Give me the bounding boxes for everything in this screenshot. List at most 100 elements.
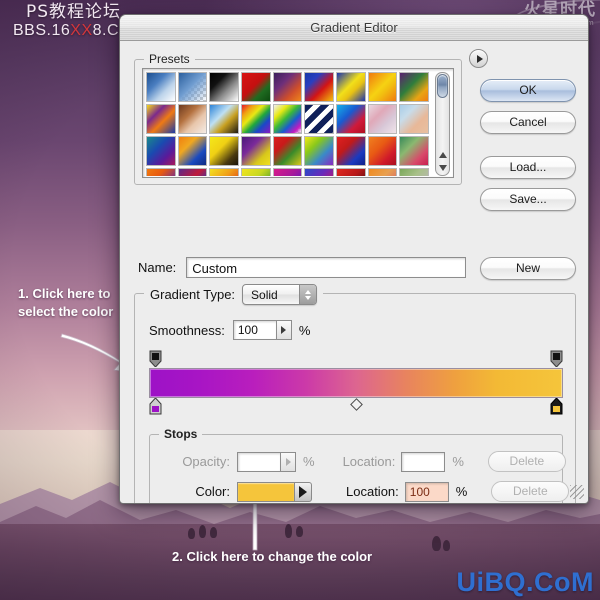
new-button[interactable]: New	[480, 257, 576, 280]
preset-swatch-orange-violet[interactable]	[146, 168, 176, 176]
gradient-editor-dialog: Gradient Editor Presets OK Cancel Load..…	[119, 14, 589, 504]
preset-swatch-red-dark-red[interactable]	[336, 168, 366, 176]
preset-swatch-fill	[305, 105, 334, 133]
stops-group: Stops Opacity: % Location: % Delete Colo…	[149, 427, 570, 503]
color-stop-right-selected[interactable]	[550, 398, 563, 415]
ok-button[interactable]: OK	[480, 79, 576, 102]
preset-swatch-orange-pink[interactable]	[367, 168, 398, 176]
preset-swatch-fill	[178, 73, 207, 101]
opacity-label: Opacity:	[182, 454, 230, 469]
preset-swatch-grid[interactable]	[146, 72, 430, 176]
gradient-type-select[interactable]: Solid	[242, 284, 318, 305]
preset-swatch-violet-red-blue[interactable]	[177, 168, 208, 176]
smoothness-input[interactable]: 100	[232, 320, 277, 340]
dialog-title: Gradient Editor	[310, 20, 398, 35]
preset-swatch-blue-red-yellow[interactable]	[304, 72, 335, 102]
color-location-input[interactable]: 100	[404, 481, 449, 502]
load-button[interactable]: Load...	[480, 156, 576, 179]
preset-swatch-cyan-red[interactable]	[336, 104, 366, 134]
presets-group: Presets	[134, 49, 488, 185]
gradient-type-group: Gradient Type: Solid Smoothness: 100 % S…	[134, 284, 576, 503]
preset-swatch-chrome-rainbow[interactable]	[241, 104, 271, 134]
preset-swatch-blue-yellow-dark[interactable]	[209, 104, 240, 134]
preset-swatch-copper[interactable]	[177, 104, 208, 134]
opacity-unit: %	[303, 454, 315, 469]
smoothness-label: Smoothness:	[149, 322, 225, 338]
presets-label: Presets	[144, 52, 195, 66]
color-stop-left[interactable]	[149, 398, 162, 415]
smoothness-row: Smoothness: 100 %	[149, 320, 310, 340]
opacity-stop-row: Opacity: % Location: % Delete	[164, 451, 566, 472]
gradient-midpoint-marker[interactable]	[350, 398, 363, 411]
color-delete-button[interactable]: Delete	[491, 481, 570, 502]
preset-swatch-blue-violet-red[interactable]	[304, 168, 335, 176]
color-stop-row: Color: Location: 100 % Delete	[164, 481, 570, 502]
save-button[interactable]: Save...	[480, 188, 576, 211]
color-location-unit: %	[455, 484, 468, 499]
preset-swatch-violet-orange[interactable]	[272, 72, 303, 102]
gradient-type-value: Solid	[251, 287, 278, 302]
color-popup-icon[interactable]	[294, 481, 312, 502]
watermark-bottom-right: UiBQ.CoM	[456, 567, 594, 597]
color-swatch-button[interactable]	[237, 481, 295, 502]
preset-swatch-green-pink[interactable]	[399, 136, 430, 166]
color-location-label: Location:	[346, 484, 399, 499]
opacity-stop-left[interactable]	[149, 350, 162, 367]
preset-swatch-red-blue[interactable]	[336, 136, 366, 166]
preset-swatch-yellow-black[interactable]	[209, 136, 240, 166]
opacity-popup-icon[interactable]	[280, 451, 296, 472]
preset-swatch-yellow-orange-red[interactable]	[209, 168, 240, 176]
stepper-arrows-icon	[299, 285, 317, 304]
preset-swatch-pastel-blue-orange[interactable]	[399, 104, 430, 134]
preset-swatch-red-green[interactable]	[241, 72, 271, 102]
scrollbar-thumb[interactable]	[437, 74, 449, 98]
preset-swatch-magenta-violet[interactable]	[272, 168, 303, 176]
gradient-bar[interactable]	[149, 368, 563, 398]
name-row: Name: Custom	[138, 257, 467, 278]
stops-label: Stops	[159, 427, 203, 441]
dialog-body: Presets OK Cancel Load... Save... New Na…	[120, 41, 588, 503]
preset-swatch-yellow-violet-orange-blue[interactable]	[146, 104, 176, 134]
gradient-type-label: Gradient Type:	[150, 287, 236, 302]
preset-swatch-black-white[interactable]	[209, 72, 240, 102]
presets-well	[142, 68, 454, 178]
opacity-location-input[interactable]	[401, 451, 446, 472]
preset-swatch-yellow-green-violet[interactable]	[304, 136, 335, 166]
preset-swatch-violet-yellow[interactable]	[241, 136, 271, 166]
annotation-step-1: 1. Click here to select the color	[18, 286, 114, 319]
preset-swatch-blue-yellow-blue[interactable]	[336, 72, 366, 102]
preset-swatch-orange-yellow-orange[interactable]	[367, 72, 398, 102]
url-part1: BBS.16	[13, 22, 71, 40]
smoothness-unit: %	[298, 322, 311, 338]
name-input[interactable]: Custom	[186, 257, 467, 278]
dialog-button-column: OK Cancel Load... Save...	[480, 79, 576, 220]
preset-swatch-blue-white-stripes[interactable]	[304, 104, 335, 134]
smoothness-popup-icon[interactable]	[275, 320, 292, 340]
color-label: Color:	[195, 484, 230, 499]
preset-swatch-spectrum-transparent[interactable]	[272, 104, 303, 134]
preset-swatch-violet-green-orange[interactable]	[399, 72, 430, 102]
opacity-stop-right[interactable]	[550, 350, 563, 367]
preset-swatch-yellow-green[interactable]	[241, 168, 271, 176]
opacity-location-unit: %	[452, 454, 464, 469]
preset-swatch-red-green-yellow[interactable]	[272, 136, 303, 166]
presets-scrollbar[interactable]	[435, 72, 450, 176]
preset-swatch-orange-blue[interactable]	[177, 136, 208, 166]
annotation-step-2: 2. Click here to change the color	[172, 549, 373, 564]
cancel-button[interactable]: Cancel	[480, 111, 576, 134]
presets-menu-icon[interactable]	[469, 49, 488, 68]
scroll-down-icon[interactable]	[436, 161, 449, 174]
opacity-delete-button[interactable]: Delete	[487, 451, 566, 472]
scroll-up-icon[interactable]	[436, 148, 449, 161]
preset-swatch-teal-blue-violet[interactable]	[146, 136, 176, 166]
preset-swatch-green-gray[interactable]	[399, 168, 430, 176]
preset-swatch-blue-to-white[interactable]	[146, 72, 176, 102]
resize-grip-icon[interactable]	[570, 485, 584, 499]
name-label: Name:	[138, 260, 177, 275]
preset-swatch-orange-red[interactable]	[367, 136, 398, 166]
opacity-input[interactable]	[237, 451, 281, 472]
dialog-titlebar[interactable]: Gradient Editor	[120, 15, 588, 41]
preset-swatch-blue-transparent[interactable]	[177, 72, 208, 102]
preset-swatch-pastel-pink[interactable]	[367, 104, 398, 134]
url-part-highlight: XX	[70, 22, 93, 40]
